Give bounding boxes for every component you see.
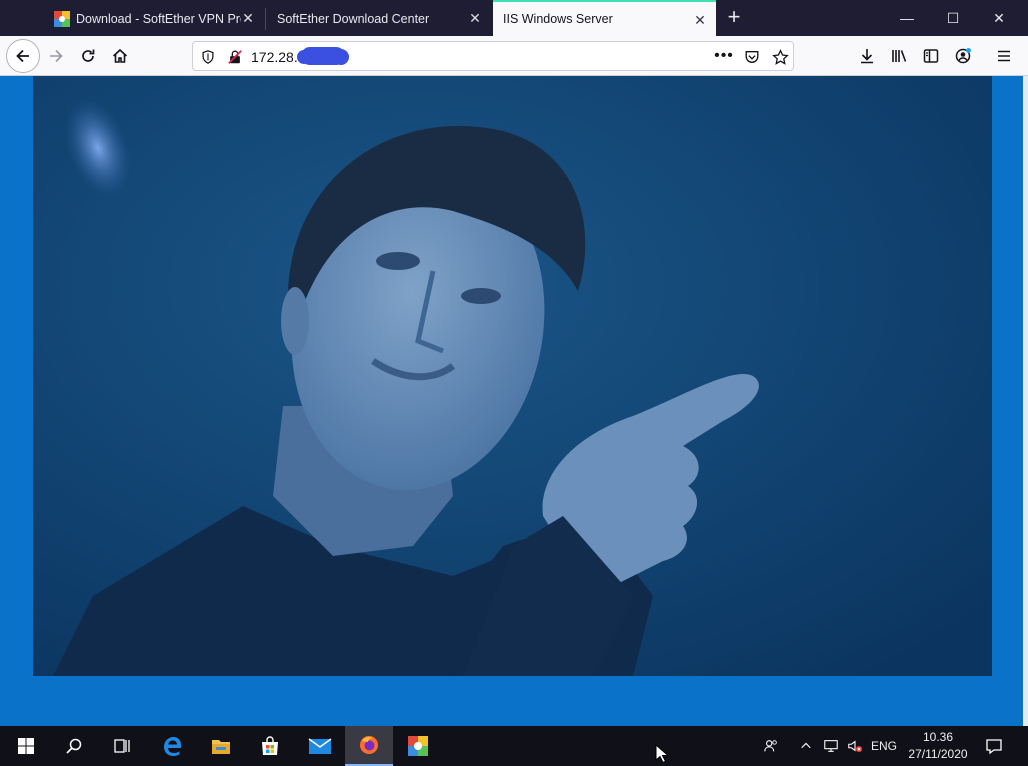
maximize-button[interactable]: ☐	[930, 0, 976, 36]
library-icon	[892, 50, 907, 62]
tab-close-icon[interactable]: ✕	[467, 10, 483, 26]
start-button[interactable]	[2, 726, 50, 766]
search-icon	[66, 738, 82, 754]
volume-muted-icon[interactable]	[844, 726, 866, 766]
tab-separator	[265, 8, 266, 30]
task-view-button[interactable]	[98, 726, 146, 766]
taskbar-store[interactable]	[246, 726, 294, 766]
clock-date: 27/11/2020	[908, 747, 968, 761]
arrow-left-icon	[16, 49, 29, 63]
reload-icon	[82, 49, 95, 62]
library-button[interactable]	[883, 40, 915, 72]
page-scroll-edge	[1023, 76, 1028, 726]
tab-title: Download - SoftEther VPN Proj	[76, 12, 241, 26]
navigation-toolbar: 172.28. •••	[0, 36, 1028, 76]
taskbar-search-button[interactable]	[50, 726, 98, 766]
taskbar-file-explorer[interactable]	[197, 726, 245, 766]
tab-title: IIS Windows Server	[503, 12, 613, 26]
home-icon	[112, 48, 128, 63]
store-icon	[262, 736, 278, 755]
softether-icon	[408, 736, 428, 756]
tab-close-icon[interactable]: ✕	[240, 10, 256, 26]
task-view-icon	[114, 739, 130, 753]
page-content	[0, 76, 1028, 726]
tab-softether-vpn[interactable]: Download - SoftEther VPN Proj ✕	[44, 2, 264, 36]
downloads-button[interactable]	[851, 40, 883, 72]
download-icon	[861, 49, 873, 64]
minimize-button[interactable]: —	[884, 0, 930, 36]
people-icon[interactable]	[758, 726, 784, 766]
url-text[interactable]: 172.28.	[251, 49, 298, 65]
taskbar-edge[interactable]	[148, 726, 196, 766]
mail-icon	[308, 738, 332, 754]
file-explorer-icon	[212, 740, 230, 754]
reload-button[interactable]	[72, 40, 104, 72]
page-actions-icon[interactable]: •••	[714, 47, 733, 65]
photo-of-man-pointing	[33, 76, 992, 676]
network-icon[interactable]	[820, 726, 842, 766]
show-hidden-icons-chevron-up-icon[interactable]	[796, 726, 816, 766]
home-button[interactable]	[104, 40, 136, 72]
new-tab-button[interactable]: +	[722, 6, 746, 30]
tab-softether-download-center[interactable]: SoftEther Download Center ✕	[267, 2, 491, 36]
windows-start-icon	[18, 738, 34, 754]
back-button[interactable]	[6, 39, 40, 73]
tab-close-icon[interactable]: ✕	[692, 12, 708, 28]
tab-title: SoftEther Download Center	[277, 12, 430, 26]
insecure-connection-lock-icon[interactable]	[226, 48, 244, 66]
windows-taskbar: ENG 10.36 27/11/2020	[0, 726, 1028, 766]
system-clock[interactable]: 10.36 27/11/2020	[900, 729, 976, 763]
account-button[interactable]	[947, 40, 979, 72]
taskbar-firefox[interactable]	[345, 726, 393, 766]
close-window-button[interactable]: ✕	[976, 0, 1022, 36]
account-icon	[955, 48, 971, 64]
redaction-blob	[297, 47, 349, 65]
edge-icon	[164, 737, 181, 756]
pocket-icon[interactable]	[743, 48, 761, 66]
softether-favicon-icon	[54, 11, 70, 27]
mouse-cursor-icon	[655, 744, 669, 764]
taskbar-mail[interactable]	[296, 726, 344, 766]
tab-iis-windows-server[interactable]: IIS Windows Server ✕	[493, 0, 716, 36]
firefox-icon	[360, 736, 378, 754]
action-center-icon[interactable]	[980, 726, 1008, 766]
url-bar[interactable]: 172.28. •••	[192, 41, 794, 71]
tab-strip: Download - SoftEther VPN Proj ✕ SoftEthe…	[0, 0, 1028, 36]
bookmark-star-icon[interactable]	[771, 48, 789, 66]
sidebar-button[interactable]	[915, 40, 947, 72]
input-language[interactable]: ENG	[868, 726, 900, 766]
taskbar-softether[interactable]	[394, 726, 442, 766]
arrow-right-icon	[50, 49, 63, 63]
forward-button[interactable]	[40, 40, 72, 72]
menu-button[interactable]	[988, 40, 1020, 72]
sidebar-icon	[923, 49, 939, 63]
hamburger-menu-icon	[998, 50, 1010, 62]
tracking-protection-shield-icon[interactable]	[199, 48, 217, 66]
clock-time: 10.36	[922, 730, 954, 744]
